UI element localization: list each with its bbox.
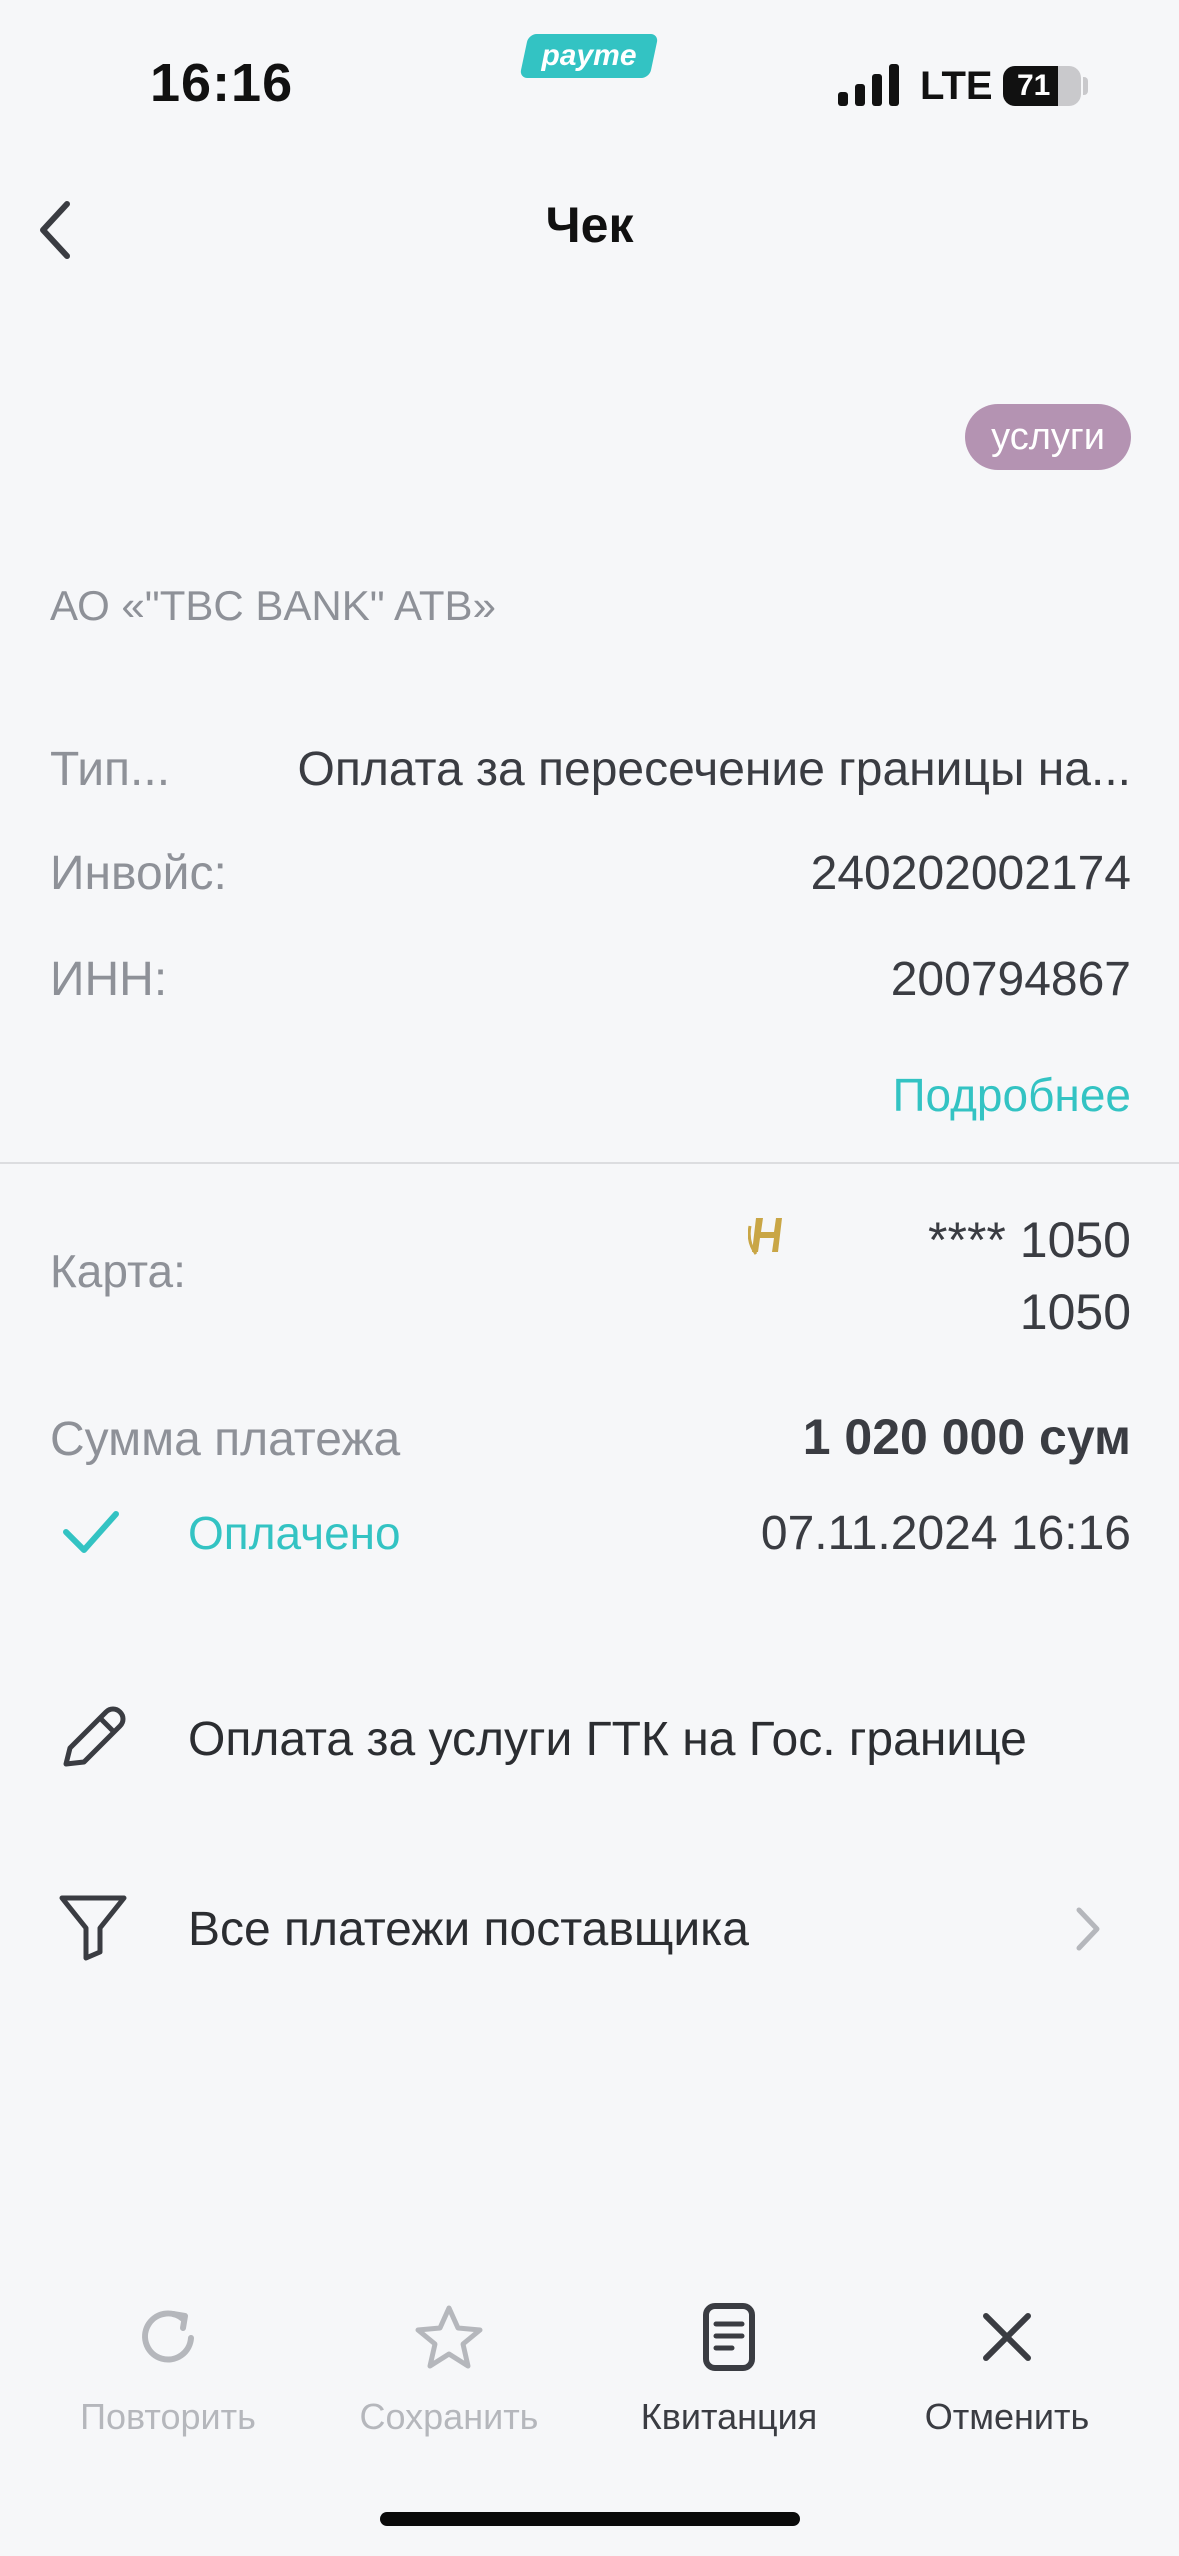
receipt-label: Квитанция xyxy=(640,2396,818,2437)
battery-level: 71 xyxy=(1017,69,1051,102)
repeat-button[interactable]: Повторить xyxy=(38,2290,298,2450)
edit-comment-label: Оплата за услуги ГТК на Гос. границе xyxy=(188,1713,1027,1766)
provider-payments-label: Все платежи поставщика xyxy=(188,1903,749,1956)
receipt-screen: 16:16 payme LTE 71 Чек услуги АО «"TBC B… xyxy=(0,0,1179,2556)
payme-logo: payme xyxy=(519,34,659,78)
battery-tip xyxy=(1083,77,1088,95)
check-icon xyxy=(63,1511,119,1553)
payment-datetime: 07.11.2024 16:16 xyxy=(760,1507,1131,1560)
card-number-line-2: 1050 xyxy=(1019,1284,1131,1340)
repeat-label: Повторить xyxy=(80,2396,256,2437)
signal-icon xyxy=(838,64,899,106)
cancel-label: Отменить xyxy=(924,2396,1090,2437)
payme-logo-text: payme xyxy=(541,39,637,72)
card-brand-logo-icon xyxy=(748,1218,782,1255)
star-icon xyxy=(415,2305,483,2369)
detail-label: ИНН: xyxy=(50,953,168,1006)
detail-row-type: Тип... Оплата за пересечение границы на.… xyxy=(50,742,1131,797)
card-number: **** 1050 1050 xyxy=(928,1204,1131,1348)
divider xyxy=(0,1162,1179,1164)
detail-label: Инвойс: xyxy=(50,847,227,900)
card-label: Карта: xyxy=(50,1245,186,1297)
detail-row-inn: ИНН: 200794867 xyxy=(50,952,1131,1007)
amount-value: 1 020 000 сум xyxy=(802,1409,1131,1465)
refresh-icon xyxy=(142,2310,194,2363)
cancel-button[interactable]: Отменить xyxy=(877,2290,1137,2450)
more-details-link[interactable]: Подробнее xyxy=(892,1068,1131,1122)
status-time: 16:16 xyxy=(150,53,294,113)
category-tag: услуги xyxy=(965,404,1131,470)
receipt-button[interactable]: Квитанция xyxy=(599,2290,859,2450)
detail-label: Тип... xyxy=(50,743,171,796)
save-button[interactable]: Сохранить xyxy=(319,2290,579,2450)
amount-label: Сумма платежа xyxy=(50,1413,401,1466)
detail-row-invoice: Инвойс: 240202002174 xyxy=(50,846,1131,901)
edit-comment-item[interactable]: Оплата за услуги ГТК на Гос. границе xyxy=(0,1676,1179,1796)
detail-value: Оплата за пересечение границы на... xyxy=(297,743,1131,796)
filter-icon xyxy=(59,1895,127,1961)
payment-status: Оплачено xyxy=(188,1507,401,1559)
chevron-right-icon xyxy=(1076,1907,1100,1951)
detail-value: 200794867 xyxy=(890,953,1131,1006)
battery-icon: 71 xyxy=(1003,66,1081,106)
home-indicator[interactable] xyxy=(380,2512,800,2526)
provider-payments-item[interactable]: Все платежи поставщика xyxy=(0,1866,1179,1986)
receipt-icon xyxy=(703,2303,755,2371)
save-label: Сохранить xyxy=(359,2396,539,2437)
provider-name: АО «"TBC BANK" ATB» xyxy=(50,582,496,629)
detail-value: 240202002174 xyxy=(810,847,1131,900)
pencil-icon xyxy=(63,1706,126,1767)
card-number-line: **** 1050 xyxy=(928,1212,1131,1268)
bottom-action-bar: Повторить Сохранить Квитанция Отменить xyxy=(0,2290,1179,2450)
close-icon xyxy=(983,2313,1031,2361)
network-type: LTE xyxy=(920,64,993,108)
page-title: Чек xyxy=(545,197,634,253)
